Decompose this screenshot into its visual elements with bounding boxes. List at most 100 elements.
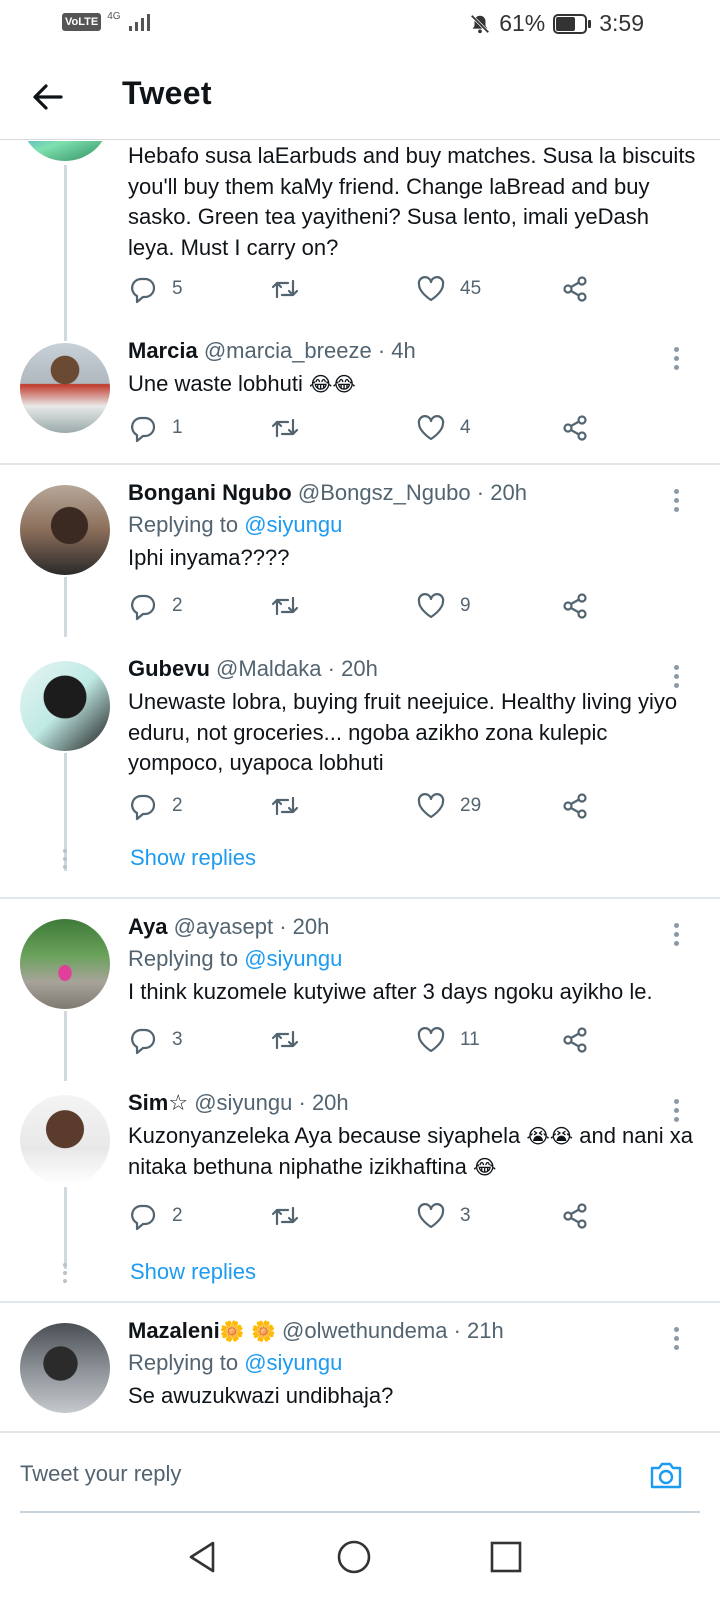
- retweet-button[interactable]: [270, 591, 300, 621]
- tweet-text: Kuzonyanzeleka Aya because siyaphela 😭😭 …: [128, 1123, 693, 1179]
- tweet-text: Hebafo susa laEarbuds and buy matches. S…: [128, 143, 696, 260]
- more-options-icon[interactable]: [674, 1327, 680, 1354]
- reply-composer: Tweet your reply: [0, 1431, 720, 1513]
- retweet-button[interactable]: [270, 791, 300, 821]
- tweet-text: Unewaste lobra, buying fruit neejuice. H…: [128, 689, 678, 775]
- reply-input[interactable]: Tweet your reply: [20, 1461, 181, 1487]
- share-button[interactable]: [560, 791, 590, 821]
- reply-button[interactable]: 1: [128, 413, 183, 443]
- reply-icon: [131, 594, 156, 621]
- avatar[interactable]: [20, 141, 110, 161]
- reply-icon: [131, 794, 156, 821]
- reply-button[interactable]: 5: [128, 274, 183, 304]
- handle[interactable]: @siyungu: [194, 1090, 292, 1115]
- reply-button[interactable]: 3: [128, 1025, 183, 1055]
- thread-line: [64, 1011, 67, 1081]
- network-type: 4G: [107, 10, 121, 22]
- tweet-mazaleni[interactable]: Mazaleni🌼 🌼 @olwethundema · 21h Replying…: [0, 1303, 720, 1431]
- tweet-partial[interactable]: Hebafo susa laEarbuds and buy matches. S…: [0, 141, 720, 341]
- share-icon: [563, 793, 587, 819]
- display-name[interactable]: Gubevu: [128, 656, 210, 681]
- tweet-aya[interactable]: Aya @ayasept · 20h Replying to @siyungu …: [0, 899, 720, 1081]
- thread-line: [64, 165, 67, 341]
- show-replies-link[interactable]: Show replies: [130, 1259, 256, 1285]
- status-left: VoLTE 4G: [62, 10, 157, 32]
- retweet-button[interactable]: [270, 1201, 300, 1231]
- tweet-header: Mazaleni🌼 🌼 @olwethundema · 21h: [128, 1317, 698, 1345]
- more-options-icon[interactable]: [674, 1099, 680, 1126]
- show-replies-link[interactable]: Show replies: [130, 845, 256, 871]
- tweet-marcia[interactable]: Marcia @marcia_breeze · 4h Une waste lob…: [0, 331, 720, 463]
- heart-icon: [417, 276, 445, 302]
- heart-icon: [417, 593, 445, 619]
- avatar[interactable]: [20, 661, 110, 751]
- share-button[interactable]: [560, 413, 590, 443]
- display-name[interactable]: Bongani Ngubo: [128, 480, 292, 505]
- retweet-icon: [271, 1206, 299, 1226]
- tweet-bongani[interactable]: Bongani Ngubo @Bongsz_Ngubo · 20h Replyi…: [0, 465, 720, 637]
- tweet-sim[interactable]: Sim☆ @siyungu · 20h Kuzonyanzeleka Aya b…: [0, 1075, 720, 1301]
- retweet-icon: [271, 418, 299, 438]
- share-icon: [563, 1027, 587, 1053]
- replying-to: Replying to @siyungu: [128, 512, 343, 537]
- reply-count: 2: [172, 795, 183, 816]
- more-options-icon[interactable]: [674, 923, 680, 950]
- reply-feed[interactable]: Hebafo susa laEarbuds and buy matches. S…: [0, 141, 720, 1431]
- display-name[interactable]: Mazaleni: [128, 1318, 220, 1343]
- share-icon: [563, 1203, 587, 1229]
- share-button[interactable]: [560, 1201, 590, 1231]
- handle[interactable]: @olwethundema: [282, 1318, 447, 1343]
- like-count: 45: [460, 278, 482, 299]
- tweet-actions: 2 29: [128, 791, 608, 825]
- more-options-icon[interactable]: [674, 665, 680, 692]
- mention-link[interactable]: @siyungu: [244, 1350, 342, 1375]
- share-button[interactable]: [560, 274, 590, 304]
- like-button[interactable]: 4: [416, 413, 471, 443]
- more-options-icon[interactable]: [674, 489, 680, 516]
- share-button[interactable]: [560, 591, 590, 621]
- avatar[interactable]: [20, 1095, 110, 1185]
- like-button[interactable]: 11: [416, 1025, 480, 1055]
- mention-link[interactable]: @siyungu: [244, 512, 342, 537]
- avatar[interactable]: [20, 919, 110, 1009]
- like-count: 3: [460, 1205, 471, 1226]
- retweet-button[interactable]: [270, 274, 300, 304]
- back-arrow-icon[interactable]: [28, 77, 68, 117]
- share-icon: [563, 276, 587, 302]
- thread-dots: [62, 849, 68, 873]
- nav-home-icon[interactable]: [334, 1537, 374, 1577]
- thread-line: [64, 577, 67, 637]
- like-button[interactable]: 45: [416, 274, 481, 304]
- more-options-icon[interactable]: [674, 347, 680, 374]
- handle[interactable]: @Maldaka: [216, 656, 322, 681]
- like-button[interactable]: 29: [416, 791, 481, 821]
- tweet-actions: 2 9: [128, 591, 608, 625]
- display-name[interactable]: Sim☆: [128, 1090, 188, 1115]
- mention-link[interactable]: @siyungu: [244, 946, 342, 971]
- handle[interactable]: @marcia_breeze: [204, 338, 372, 363]
- camera-icon[interactable]: [648, 1457, 684, 1493]
- handle[interactable]: @Bongsz_Ngubo: [298, 480, 471, 505]
- retweet-button[interactable]: [270, 413, 300, 443]
- reply-button[interactable]: 2: [128, 1201, 183, 1231]
- reply-count: 1: [172, 417, 183, 438]
- avatar[interactable]: [20, 343, 110, 433]
- nav-recents-icon[interactable]: [486, 1537, 526, 1577]
- reply-button[interactable]: 2: [128, 591, 183, 621]
- avatar[interactable]: [20, 485, 110, 575]
- tweet-text: Une waste lobhuti 😂😂: [128, 371, 356, 396]
- display-name[interactable]: Marcia: [128, 338, 198, 363]
- reply-button[interactable]: 2: [128, 791, 183, 821]
- heart-icon: [417, 1027, 445, 1053]
- share-button[interactable]: [560, 1025, 590, 1055]
- thread-dots: [62, 1263, 68, 1287]
- retweet-button[interactable]: [270, 1025, 300, 1055]
- like-button[interactable]: 3: [416, 1201, 471, 1231]
- like-button[interactable]: 9: [416, 591, 471, 621]
- tweet-gubevu[interactable]: Gubevu @Maldaka · 20h Unewaste lobra, bu…: [0, 633, 720, 897]
- handle[interactable]: @ayasept: [174, 914, 273, 939]
- nav-back-icon[interactable]: [183, 1537, 223, 1577]
- avatar[interactable]: [20, 1323, 110, 1413]
- display-name[interactable]: Aya: [128, 914, 168, 939]
- tweet-header: Aya @ayasept · 20h: [128, 913, 698, 941]
